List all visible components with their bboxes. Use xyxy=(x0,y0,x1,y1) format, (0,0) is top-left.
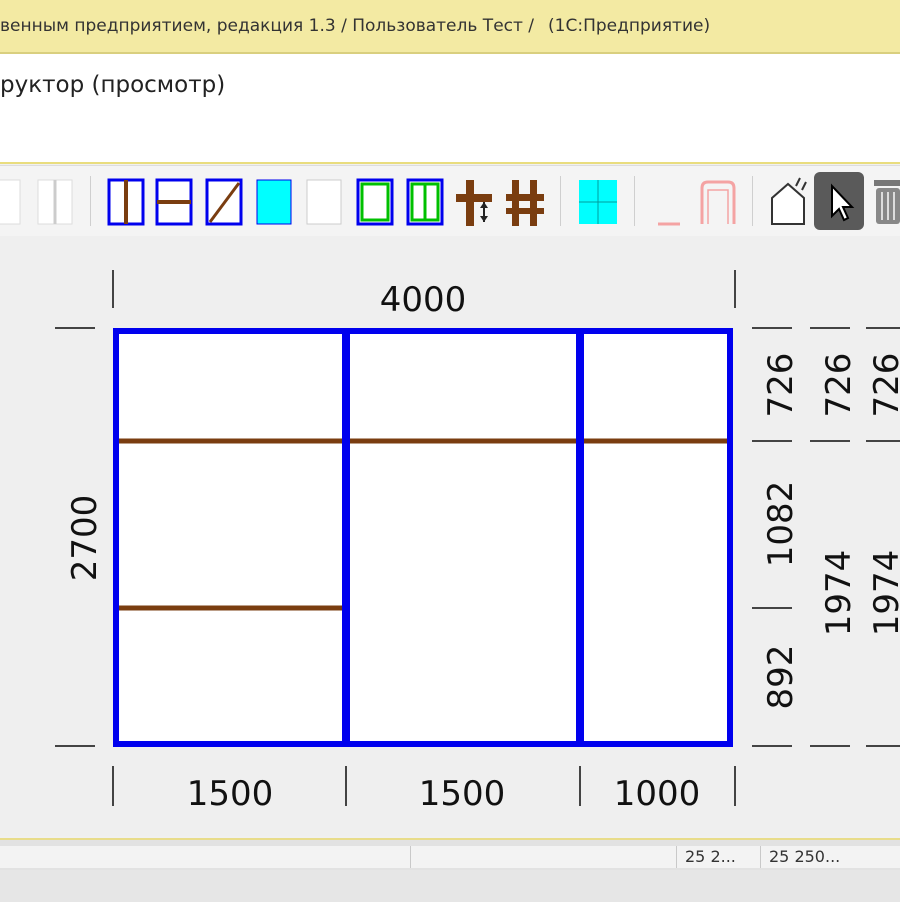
partition[interactable] xyxy=(342,331,350,744)
toolbar xyxy=(0,165,900,237)
green-split-frame-tool-icon[interactable] xyxy=(402,172,448,230)
right-dim-label: 1082 xyxy=(761,481,801,568)
pointer-tool-icon[interactable] xyxy=(814,172,864,230)
brown-double-handle-tool-icon[interactable] xyxy=(502,172,548,230)
cabinet-body[interactable] xyxy=(116,331,730,744)
white-panel-tool-icon[interactable] xyxy=(0,172,24,230)
cyan-fill-tool-icon[interactable] xyxy=(252,172,298,230)
column-width-label: 1500 xyxy=(187,774,274,814)
toolbar-separator xyxy=(752,176,753,226)
green-frame-tool-icon[interactable] xyxy=(352,172,398,230)
window-title: венным предприятием, редакция 1.3 / Поль… xyxy=(0,16,710,36)
partition-horizontal-tool-icon[interactable] xyxy=(152,172,198,230)
total-height-label: 2700 xyxy=(65,495,105,582)
window-title-text: венным предприятием, редакция 1.3 / Поль… xyxy=(0,16,535,36)
brown-handle-tool-icon[interactable] xyxy=(452,172,498,230)
toolbar-separator xyxy=(90,176,91,226)
toolbar-separator xyxy=(560,176,561,226)
bottom-table-strip: 25 2... 25 250... xyxy=(0,838,900,902)
column-width-label: 1500 xyxy=(419,774,506,814)
right-dim-label: 1974 xyxy=(819,550,859,637)
drawing-svg: 4000 2700 1500 1500 1000 726 1082 892 72… xyxy=(55,270,900,814)
right-dim-label: 726 xyxy=(761,353,801,418)
table-cell[interactable]: 25 250... xyxy=(760,846,869,868)
right-dim-label: 726 xyxy=(867,353,900,418)
partition-vertical-tool-icon[interactable] xyxy=(104,172,150,230)
toolbar-separator xyxy=(634,176,635,226)
white-split-tool-icon[interactable] xyxy=(34,172,76,230)
app-name: (1С:Предприятие) xyxy=(548,16,711,36)
right-dim-label: 1974 xyxy=(867,550,900,637)
house-shape-tool-icon[interactable] xyxy=(766,172,812,230)
form-title: руктор (просмотр) xyxy=(0,72,226,98)
pink-bracket-tool-icon[interactable] xyxy=(650,172,740,230)
constructor-canvas[interactable]: 4000 2700 1500 1500 1000 726 1082 892 72… xyxy=(0,236,900,836)
partition[interactable] xyxy=(576,331,584,744)
form-header: руктор (просмотр) xyxy=(0,54,900,164)
right-dim-label: 892 xyxy=(761,645,801,710)
cyan-grid-tool-icon[interactable] xyxy=(574,172,620,230)
total-width-label: 4000 xyxy=(380,280,467,320)
white-fill-tool-icon[interactable] xyxy=(302,172,348,230)
diagonal-tool-icon[interactable] xyxy=(202,172,248,230)
column-width-label: 1000 xyxy=(614,774,701,814)
table-cell[interactable]: 25 2... xyxy=(676,846,759,868)
trash-icon[interactable] xyxy=(868,172,900,230)
table-row[interactable] xyxy=(0,870,900,902)
right-dim-label: 726 xyxy=(819,353,859,418)
window-titlebar: венным предприятием, редакция 1.3 / Поль… xyxy=(0,0,900,54)
table-cell[interactable] xyxy=(410,846,499,868)
